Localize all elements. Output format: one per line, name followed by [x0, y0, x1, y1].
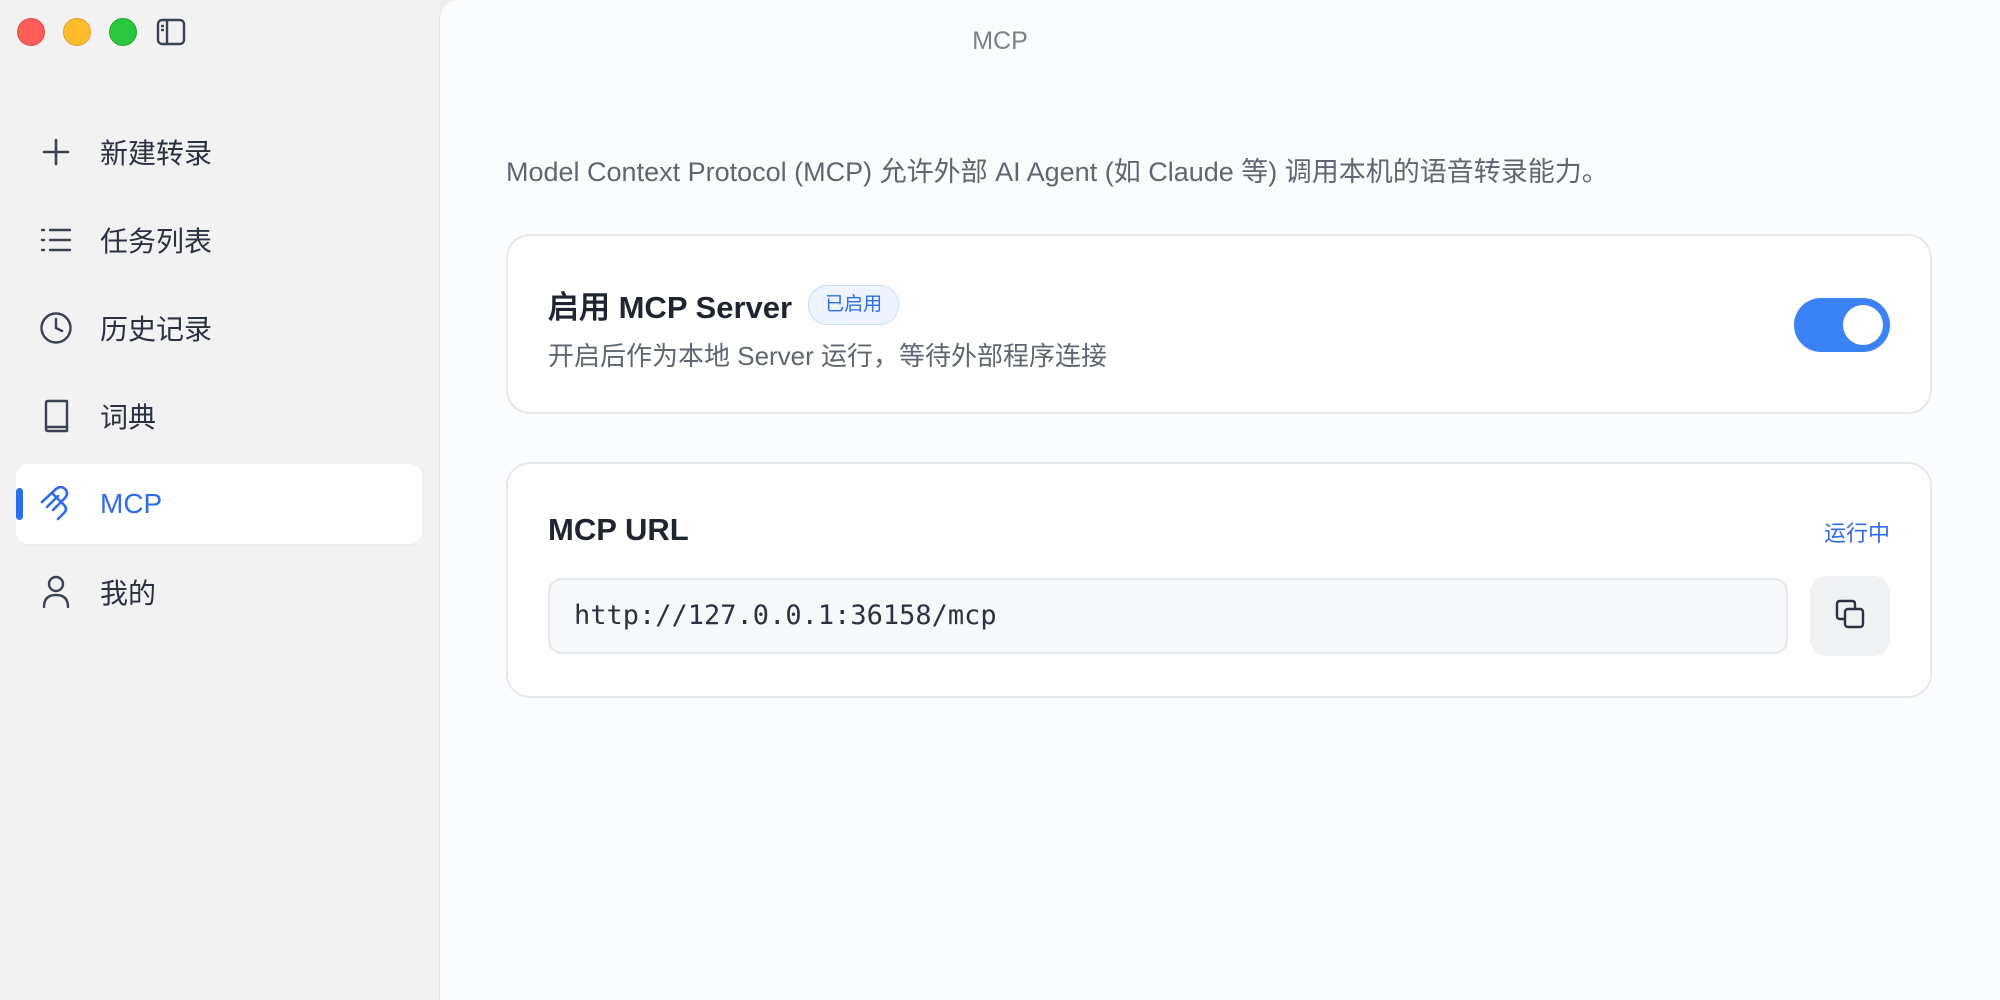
- book-icon: [38, 398, 74, 434]
- window-title: MCP: [972, 27, 1028, 55]
- server-card-title: 启用 MCP Server: [548, 290, 793, 325]
- sidebar-item-history[interactable]: 历史记录: [16, 288, 422, 368]
- sidebar-item-task-list[interactable]: 任务列表: [16, 200, 422, 280]
- copy-url-button[interactable]: [1810, 576, 1890, 656]
- sidebar-item-label: 词典: [100, 402, 157, 433]
- sidebar-item-label: 我的: [100, 578, 157, 609]
- page-description: Model Context Protocol (MCP) 允许外部 AI Age…: [506, 157, 1609, 187]
- user-icon: [38, 574, 74, 610]
- copy-icon: [1834, 598, 1866, 635]
- list-icon: [38, 222, 74, 258]
- url-card-title: MCP URL: [548, 512, 689, 547]
- mcp-server-toggle[interactable]: [1794, 298, 1890, 352]
- sidebar-item-new-transcription[interactable]: 新建转录: [16, 112, 422, 192]
- plus-icon: [38, 134, 74, 170]
- sidebar: 新建转录 任务列表 历史记录 词典 MCP 我的: [0, 0, 440, 1000]
- mcp-icon: [38, 486, 74, 522]
- close-window-button[interactable]: [17, 18, 45, 46]
- sidebar-item-mcp[interactable]: MCP: [16, 464, 422, 544]
- mcp-url-card: MCP URL 运行中 http://127.0.0.1:36158/mcp: [506, 462, 1932, 698]
- sidebar-item-dictionary[interactable]: 词典: [16, 376, 422, 456]
- sidebar-toggle-icon[interactable]: [156, 18, 186, 46]
- server-card-subtitle: 开启后作为本地 Server 运行，等待外部程序连接: [548, 341, 1108, 371]
- mcp-server-card: 启用 MCP Server 已启用 开启后作为本地 Server 运行，等待外部…: [506, 234, 1932, 414]
- maximize-window-button[interactable]: [109, 18, 137, 46]
- sidebar-item-me[interactable]: 我的: [16, 552, 422, 632]
- running-status: 运行中: [1823, 521, 1890, 546]
- sidebar-item-label: MCP: [100, 488, 163, 519]
- sidebar-nav: 新建转录 任务列表 历史记录 词典 MCP 我的: [16, 112, 422, 640]
- sidebar-item-label: 新建转录: [100, 138, 213, 169]
- window-controls: [17, 18, 137, 46]
- toggle-knob: [1843, 305, 1883, 345]
- minimize-window-button[interactable]: [63, 18, 91, 46]
- clock-icon: [38, 310, 74, 346]
- status-badge: 已启用: [808, 284, 900, 325]
- server-card-header: 启用 MCP Server 已启用: [548, 282, 900, 327]
- sidebar-item-label: 任务列表: [100, 226, 213, 257]
- mcp-url-field[interactable]: http://127.0.0.1:36158/mcp: [548, 578, 1788, 654]
- main-content: MCP Model Context Protocol (MCP) 允许外部 AI…: [440, 0, 2000, 1000]
- sidebar-item-label: 历史记录: [100, 314, 213, 345]
